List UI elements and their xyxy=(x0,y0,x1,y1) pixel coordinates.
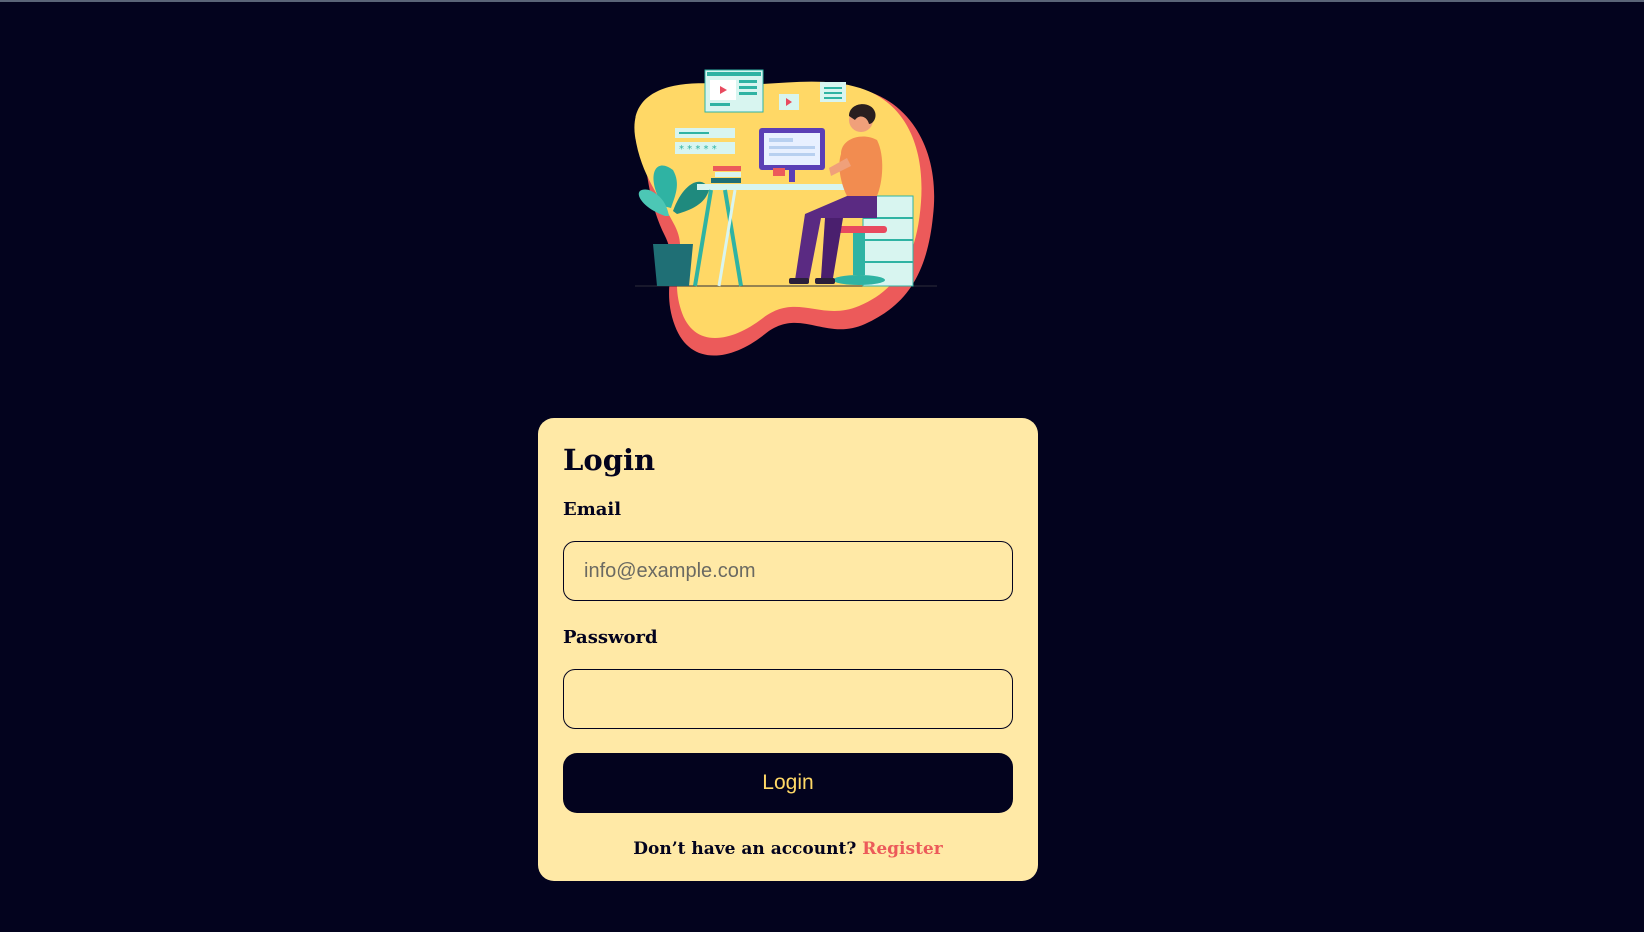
login-title: Login xyxy=(563,443,656,477)
password-input[interactable] xyxy=(563,669,1013,729)
password-label: Password xyxy=(563,627,658,648)
register-prompt-text: Don’t have an account? xyxy=(633,839,857,859)
svg-text:* * * * *: * * * * * xyxy=(679,144,717,155)
email-input[interactable] xyxy=(563,541,1013,601)
login-button[interactable]: Login xyxy=(563,753,1013,813)
hero-illustration: * * * * * xyxy=(615,66,955,376)
login-card: Login Email Password Login Don’t have an… xyxy=(538,418,1038,881)
register-prompt-line: Don’t have an account? Register xyxy=(563,838,1013,860)
person-at-computer-illustration: * * * * * xyxy=(634,69,937,356)
email-label: Email xyxy=(563,499,622,520)
register-link[interactable]: Register xyxy=(862,839,942,859)
